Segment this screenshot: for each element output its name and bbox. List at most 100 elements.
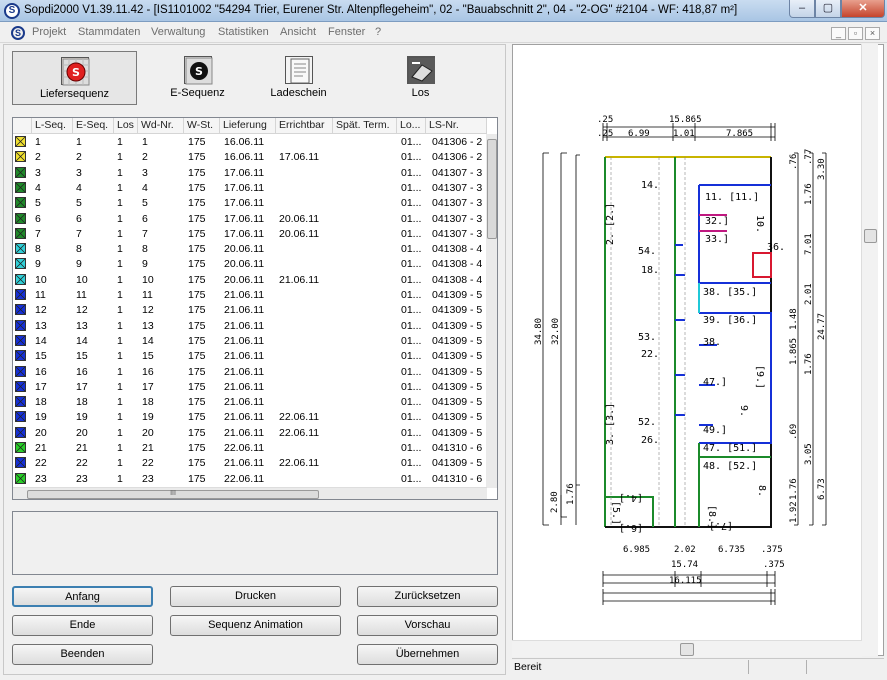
menu-help[interactable]: ? <box>375 26 381 38</box>
liefersequenz-tool[interactable]: S Liefersequenz <box>12 51 137 105</box>
color-marker <box>15 334 26 346</box>
sequence-table[interactable]: L-Seq. E-Seq. Los Wd-Nr. W-St. Lieferung… <box>12 117 498 500</box>
beenden-button[interactable]: Beenden <box>12 644 153 665</box>
table-row[interactable]: 15 15 1 15 175 21.06.11 01... 041309 - 5 <box>13 349 487 364</box>
menu-statistiken[interactable]: Statistiken <box>218 26 269 38</box>
table-row[interactable]: 12 12 1 12 175 21.06.11 01... 041309 - 5 <box>13 303 487 318</box>
table-row[interactable]: 5 5 1 5 175 17.06.11 01... 041307 - 3 <box>13 196 487 211</box>
cell-lieferung: 21.06.11 <box>224 334 265 347</box>
cell-los: 1 <box>117 472 123 485</box>
maximize-button[interactable]: ▢ <box>815 0 841 18</box>
cell-wdnr: 4 <box>142 181 148 194</box>
header-wdnr[interactable]: Wd-Nr. <box>138 118 184 134</box>
menu-ansicht[interactable]: Ansicht <box>280 26 316 38</box>
drucken-button[interactable]: Drucken <box>170 586 341 607</box>
mdi-minimize-button[interactable]: _ <box>831 27 846 40</box>
uebernehmen-button[interactable]: Übernehmen <box>357 644 498 665</box>
table-row[interactable]: 23 23 1 23 175 22.06.11 01... 041310 - 6 <box>13 472 487 487</box>
floor-plan-view[interactable]: .25 15.865 .25 6.99 1.01 7.865 6.985 2.0… <box>512 44 884 656</box>
table-row[interactable]: 8 8 1 8 175 20.06.11 01... 041308 - 4 <box>13 242 487 257</box>
table-row[interactable]: 3 3 1 3 175 17.06.11 01... 041307 - 3 <box>13 166 487 181</box>
dim-right-4: 7.01 <box>804 233 814 255</box>
table-row[interactable]: 17 17 1 17 175 21.06.11 01... 041309 - 5 <box>13 380 487 395</box>
cell-errichtbar: 17.06.11 <box>279 151 320 164</box>
minimize-button[interactable]: – <box>789 0 815 18</box>
table-row[interactable]: 11 11 1 11 175 21.06.11 01... 041309 - 5 <box>13 288 487 303</box>
floor-plan[interactable]: .25 15.865 .25 6.99 1.01 7.865 6.985 2.0… <box>513 45 863 641</box>
vorschau-button[interactable]: Vorschau <box>357 615 498 636</box>
header-lseq[interactable]: L-Seq. <box>32 118 73 134</box>
header-spaet-term[interactable]: Spät. Term. <box>333 118 397 134</box>
dim-top-3: 6.99 <box>628 129 650 139</box>
svg-text:S: S <box>195 65 203 78</box>
table-vertical-scrollbar[interactable] <box>486 134 497 488</box>
header-eseq[interactable]: E-Seq. <box>73 118 114 134</box>
cell-los: 1 <box>117 426 123 439</box>
header-errichtbar[interactable]: Errichtbar <box>276 118 333 134</box>
sequenz-animation-button[interactable]: Sequenz Animation <box>170 615 341 636</box>
cell-lo: 01... <box>401 212 422 225</box>
header-lieferung[interactable]: Lieferung <box>220 118 276 134</box>
app-menu-icon[interactable]: S <box>11 26 25 40</box>
menu-stammdaten[interactable]: Stammdaten <box>78 26 140 38</box>
table-row[interactable]: 20 20 1 20 175 21.06.11 22.06.11 01... 041309 - … <box>13 426 487 441</box>
mdi-restore-button[interactable]: ▫ <box>848 27 863 40</box>
table-row[interactable]: 10 10 1 10 175 20.06.11 21.06.11 01... 041308 - … <box>13 273 487 288</box>
table-row[interactable]: 2 2 1 2 175 16.06.11 17.06.11 01... 041306 - 2 <box>13 150 487 165</box>
cell-wst: 175 <box>188 396 206 409</box>
cell-los: 1 <box>117 396 123 409</box>
header-lo[interactable]: Lo... <box>397 118 426 134</box>
scroll-thumb[interactable] <box>487 139 497 239</box>
plan-horizontal-scrollbar[interactable] <box>512 640 862 657</box>
cell-wdnr: 5 <box>142 197 148 210</box>
table-horizontal-scrollbar[interactable]: III <box>13 487 487 499</box>
scroll-thumb[interactable] <box>864 229 877 243</box>
menu-projekt[interactable]: Projekt <box>32 26 66 38</box>
cell-lieferung: 20.06.11 <box>224 273 265 286</box>
zuruecksetzen-button[interactable]: Zurücksetzen <box>357 586 498 607</box>
table-row[interactable]: 4 4 1 4 175 17.06.11 01... 041307 - 3 <box>13 181 487 196</box>
table-row[interactable]: 21 21 1 21 175 22.06.11 01... 041310 - 6 <box>13 441 487 456</box>
ladeschein-tool[interactable]: Ladeschein <box>236 51 361 105</box>
cell-lsnr: 041306 - 2 <box>432 151 483 164</box>
menu-fenster[interactable]: Fenster <box>328 26 365 38</box>
cell-lseq: 15 <box>35 350 47 363</box>
cell-eseq: 23 <box>76 472 88 485</box>
dim-right-1: .77 <box>804 149 814 165</box>
dim-left-3: 2.80 <box>550 491 560 513</box>
table-row[interactable]: 22 22 1 22 175 21.06.11 22.06.11 01... 041309 - … <box>13 456 487 471</box>
cell-lseq: 10 <box>35 273 47 286</box>
scroll-thumb[interactable] <box>680 643 694 656</box>
table-row[interactable]: 1 1 1 1 175 16.06.11 01... 041306 - 2 <box>13 135 487 150</box>
scroll-thumb[interactable]: III <box>27 490 319 499</box>
status-separator <box>806 660 807 674</box>
anfang-button[interactable]: Anfang <box>12 586 153 607</box>
mdi-close-button[interactable]: × <box>865 27 880 40</box>
header-lsnr[interactable]: LS-Nr. <box>426 118 487 134</box>
app-icon[interactable]: S <box>4 3 20 19</box>
table-row[interactable]: 19 19 1 19 175 21.06.11 22.06.11 01... 041309 - … <box>13 410 487 425</box>
table-row[interactable]: 13 13 1 13 175 21.06.11 01... 041309 - 5 <box>13 319 487 334</box>
room-label: [4.] <box>619 492 643 503</box>
header-wst[interactable]: W-St. <box>184 118 220 134</box>
ende-button[interactable]: Ende <box>12 615 153 636</box>
table-row[interactable]: 6 6 1 6 175 17.06.11 20.06.11 01... 041307 - 3 <box>13 212 487 227</box>
cell-lseq: 21 <box>35 442 47 454</box>
table-row[interactable]: 18 18 1 18 175 21.06.11 01... 041309 - 5 <box>13 395 487 410</box>
table-row[interactable]: 16 16 1 16 175 21.06.11 01... 041309 - 5 <box>13 365 487 380</box>
color-marker <box>15 380 26 392</box>
header-color <box>13 118 32 134</box>
header-los[interactable]: Los <box>114 118 138 134</box>
cell-lieferung: 17.06.11 <box>224 212 265 225</box>
close-button[interactable]: ✕ <box>841 0 885 18</box>
table-row[interactable]: 9 9 1 9 175 20.06.11 01... 041308 - 4 <box>13 257 487 272</box>
cell-wst: 175 <box>188 350 206 363</box>
room-label: 53. <box>638 332 656 343</box>
table-row[interactable]: 7 7 1 7 175 17.06.11 20.06.11 01... 041307 - 3 <box>13 227 487 242</box>
plan-vertical-scrollbar[interactable] <box>861 44 878 656</box>
dim-right-7: 1.48 <box>789 308 799 330</box>
cell-lieferung: 21.06.11 <box>224 319 265 332</box>
menu-verwaltung[interactable]: Verwaltung <box>151 26 205 38</box>
los-tool[interactable]: Los <box>358 51 483 105</box>
table-row[interactable]: 14 14 1 14 175 21.06.11 01... 041309 - 5 <box>13 334 487 349</box>
